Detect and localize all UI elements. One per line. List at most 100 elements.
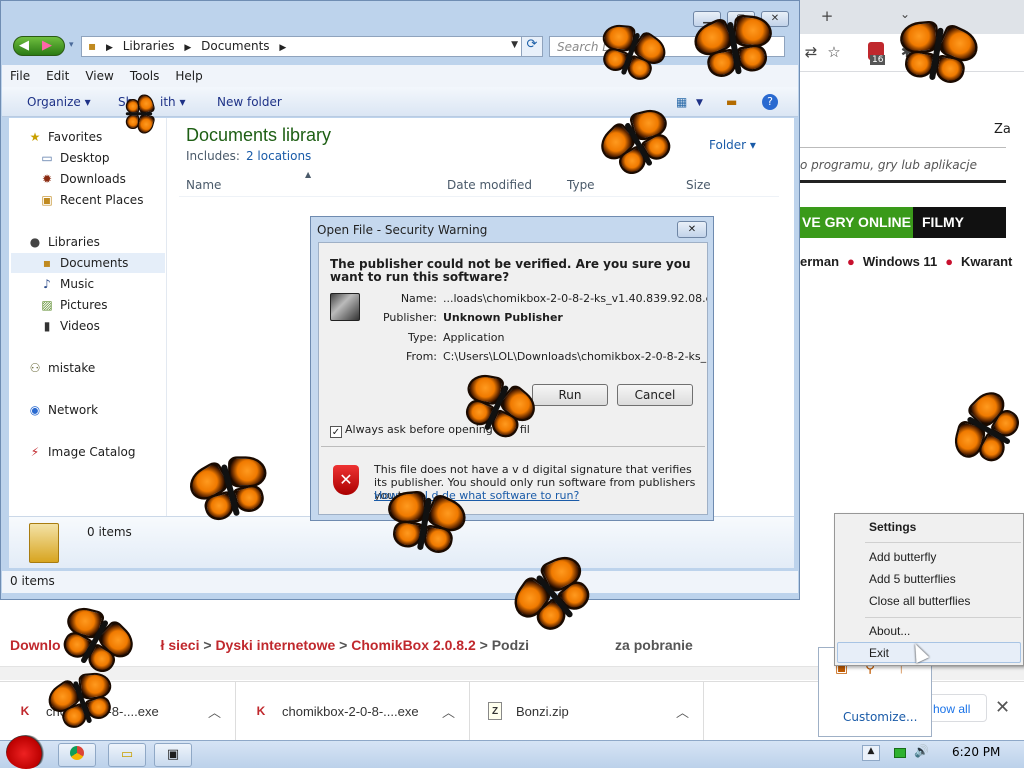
back-arrow-icon[interactable]: ◀ — [19, 38, 29, 53]
download-item[interactable]: K chomikbox-2-0-8-....exe ︿ — [236, 682, 470, 740]
view-options-chevron-icon[interactable]: ▼ — [696, 98, 703, 108]
site-info-icon[interactable]: ⇄ — [800, 43, 822, 61]
address-input[interactable]: ▪ ▶ Libraries ▶ Documents ▶ ▼ — [81, 36, 525, 57]
butterfly-icon[interactable] — [687, 5, 782, 90]
chrome-taskbar-button[interactable] — [58, 743, 96, 767]
dialog-close-button[interactable]: ✕ — [677, 221, 707, 238]
butterfly-icon[interactable] — [377, 481, 472, 566]
refresh-icon[interactable]: ⟳ — [521, 36, 543, 57]
breadcrumb-separator-icon: ▶ — [105, 43, 113, 53]
nav-videos[interactable]: ▮ Videos — [39, 316, 165, 336]
downloads-icon: ✹ — [41, 172, 53, 186]
dialog-heading: The publisher could not be verified. Are… — [330, 257, 691, 284]
menu-file[interactable]: File — [2, 65, 38, 83]
breadcrumb-separator-icon: ▶ — [184, 43, 192, 53]
new-tab-icon[interactable]: + — [816, 7, 838, 25]
file-name-value: ...loads\chomikbox-2-0-8-2-ks_v1.40.839.… — [443, 292, 707, 305]
column-name[interactable]: Name — [186, 178, 221, 192]
site-search-hint[interactable]: o programu, gry lub aplikacje — [800, 147, 1006, 183]
publisher-row: Publisher: Unknown Publisher — [339, 311, 699, 327]
file-name-row: Name: ...loads\chomikbox-2-0-8-2-ks_v1.40… — [400, 292, 707, 305]
type-row: Type: Application — [339, 331, 699, 347]
menu-help[interactable]: Help — [167, 65, 210, 83]
close-download-bar-icon[interactable]: ✕ — [995, 697, 1010, 718]
nav-network[interactable]: ◉ Network — [27, 400, 165, 420]
forward-arrow-icon[interactable]: ▶ — [42, 38, 52, 53]
customize-link[interactable]: Customize... — [843, 710, 917, 724]
show-hidden-icons-icon[interactable]: ▲ — [862, 745, 880, 761]
back-forward-buttons[interactable]: ◀ ▶ — [13, 36, 65, 56]
type-value: Application — [443, 331, 505, 344]
topic-link[interactable]: erman — [800, 254, 839, 269]
warning-shield-icon: ✕ — [333, 465, 359, 495]
menu-view[interactable]: View — [77, 65, 121, 83]
menu-hover-highlight — [837, 642, 1021, 663]
site-nav-bar: VE GRY ONLINE FILMY — [800, 207, 1006, 238]
view-options-icon[interactable]: ▦ — [676, 95, 687, 109]
menu-edit[interactable]: Edit — [38, 65, 77, 83]
address-dropdown-icon[interactable]: ▼ — [511, 40, 518, 50]
menu-settings[interactable]: Settings — [869, 520, 916, 534]
nav-movies[interactable]: FILMY — [922, 214, 964, 230]
nav-mistake[interactable]: ⚇ mistake — [27, 358, 165, 378]
nav-music[interactable]: ♪ Music — [39, 274, 165, 294]
bookmark-star-icon[interactable]: ☆ — [823, 43, 845, 61]
chevron-up-icon[interactable]: ︿ — [676, 702, 689, 721]
column-date-modified[interactable]: Date modified — [447, 178, 532, 192]
image-catalog-icon: ⚡ — [30, 445, 40, 459]
from-row: From: C:\Users\LOL\Downloads\chomikbox-2-… — [406, 350, 707, 363]
help-icon[interactable]: ? — [762, 94, 778, 110]
preview-pane-icon[interactable]: ▬ — [726, 95, 737, 109]
breadcrumb-documents[interactable]: Documents — [201, 39, 269, 53]
menu-about[interactable]: About... — [869, 624, 910, 638]
menu-close-all-butterflies[interactable]: Close all butterflies — [869, 594, 970, 608]
nav-libraries[interactable]: ● Libraries — [27, 232, 165, 252]
breadcrumb-link[interactable]: Dyski internetowe — [215, 637, 335, 653]
breadcrumb-link[interactable]: ChomikBox 2.0.8.2 — [351, 637, 476, 653]
column-type[interactable]: Type — [567, 178, 595, 192]
status-bar: 0 items — [2, 571, 798, 593]
arrange-by-dropdown[interactable]: Folder ▾ — [709, 138, 756, 152]
navigation-pane: ★ Favorites ▭ Desktop ✹ Downloads ▣ Recent P… — [9, 118, 167, 518]
site-topic-links: erman ● Windows 11 ● Kwarant — [800, 254, 1013, 269]
download-item[interactable]: Z Bonzi.zip ︿ — [470, 682, 704, 740]
nav-games-online[interactable]: VE GRY ONLINE — [800, 207, 913, 238]
chevron-up-icon[interactable]: ︿ — [208, 702, 221, 721]
breadcrumb-libraries[interactable]: Libraries — [123, 39, 175, 53]
library-locations-link[interactable]: 2 locations — [246, 149, 311, 163]
new-folder-button[interactable]: New folder — [217, 95, 282, 109]
nav-pictures[interactable]: ▨ Pictures — [39, 295, 165, 315]
folder-icon: ▭ — [120, 747, 134, 762]
breadcrumb-separator-icon: ▶ — [279, 43, 287, 53]
nav-image-catalog[interactable]: ⚡ Image Catalog — [27, 442, 165, 462]
nav-recent-places[interactable]: ▣ Recent Places — [39, 190, 165, 210]
butterfly-icon[interactable] — [121, 92, 157, 136]
music-icon: ♪ — [43, 277, 51, 291]
cancel-button[interactable]: Cancel — [617, 384, 693, 406]
menu-add-five-butterflies[interactable]: Add 5 butterflies — [869, 572, 956, 586]
topic-link[interactable]: Windows 11 — [863, 254, 937, 269]
nav-desktop[interactable]: ▭ Desktop — [39, 148, 165, 168]
network-icon[interactable] — [894, 748, 906, 758]
breadcrumb-link[interactable]: ł sieci — [161, 637, 200, 653]
menu-add-butterfly[interactable]: Add butterfly — [869, 550, 936, 564]
bonzi-taskbar-button[interactable]: ▭ — [108, 743, 146, 767]
volume-icon[interactable]: 🔊 — [914, 744, 929, 758]
nav-documents[interactable]: ▪ Documents — [11, 253, 165, 273]
column-size[interactable]: Size — [686, 178, 711, 192]
checkbox-checked-icon[interactable]: ✓ — [330, 426, 342, 438]
chevron-up-icon[interactable]: ︿ — [442, 702, 455, 721]
star-icon: ★ — [29, 130, 41, 144]
menu-exit[interactable]: Exit — [869, 646, 889, 660]
desktop-icon: ▭ — [41, 151, 53, 165]
topic-link[interactable]: Kwarant — [961, 254, 1012, 269]
explorer-taskbar-button[interactable]: ▣ — [154, 743, 192, 767]
start-button-icon[interactable] — [6, 735, 46, 769]
clock[interactable]: 6:20 PM — [952, 745, 1000, 759]
menu-tools[interactable]: Tools — [122, 65, 168, 83]
nav-downloads[interactable]: ✹ Downloads — [39, 169, 165, 189]
show-all-downloads-button[interactable]: how all — [927, 694, 987, 722]
recent-pages-chevron-icon[interactable]: ▾ — [69, 40, 74, 50]
butterfly-icon[interactable] — [889, 11, 984, 96]
organize-button[interactable]: Organize ▾ — [27, 95, 91, 109]
